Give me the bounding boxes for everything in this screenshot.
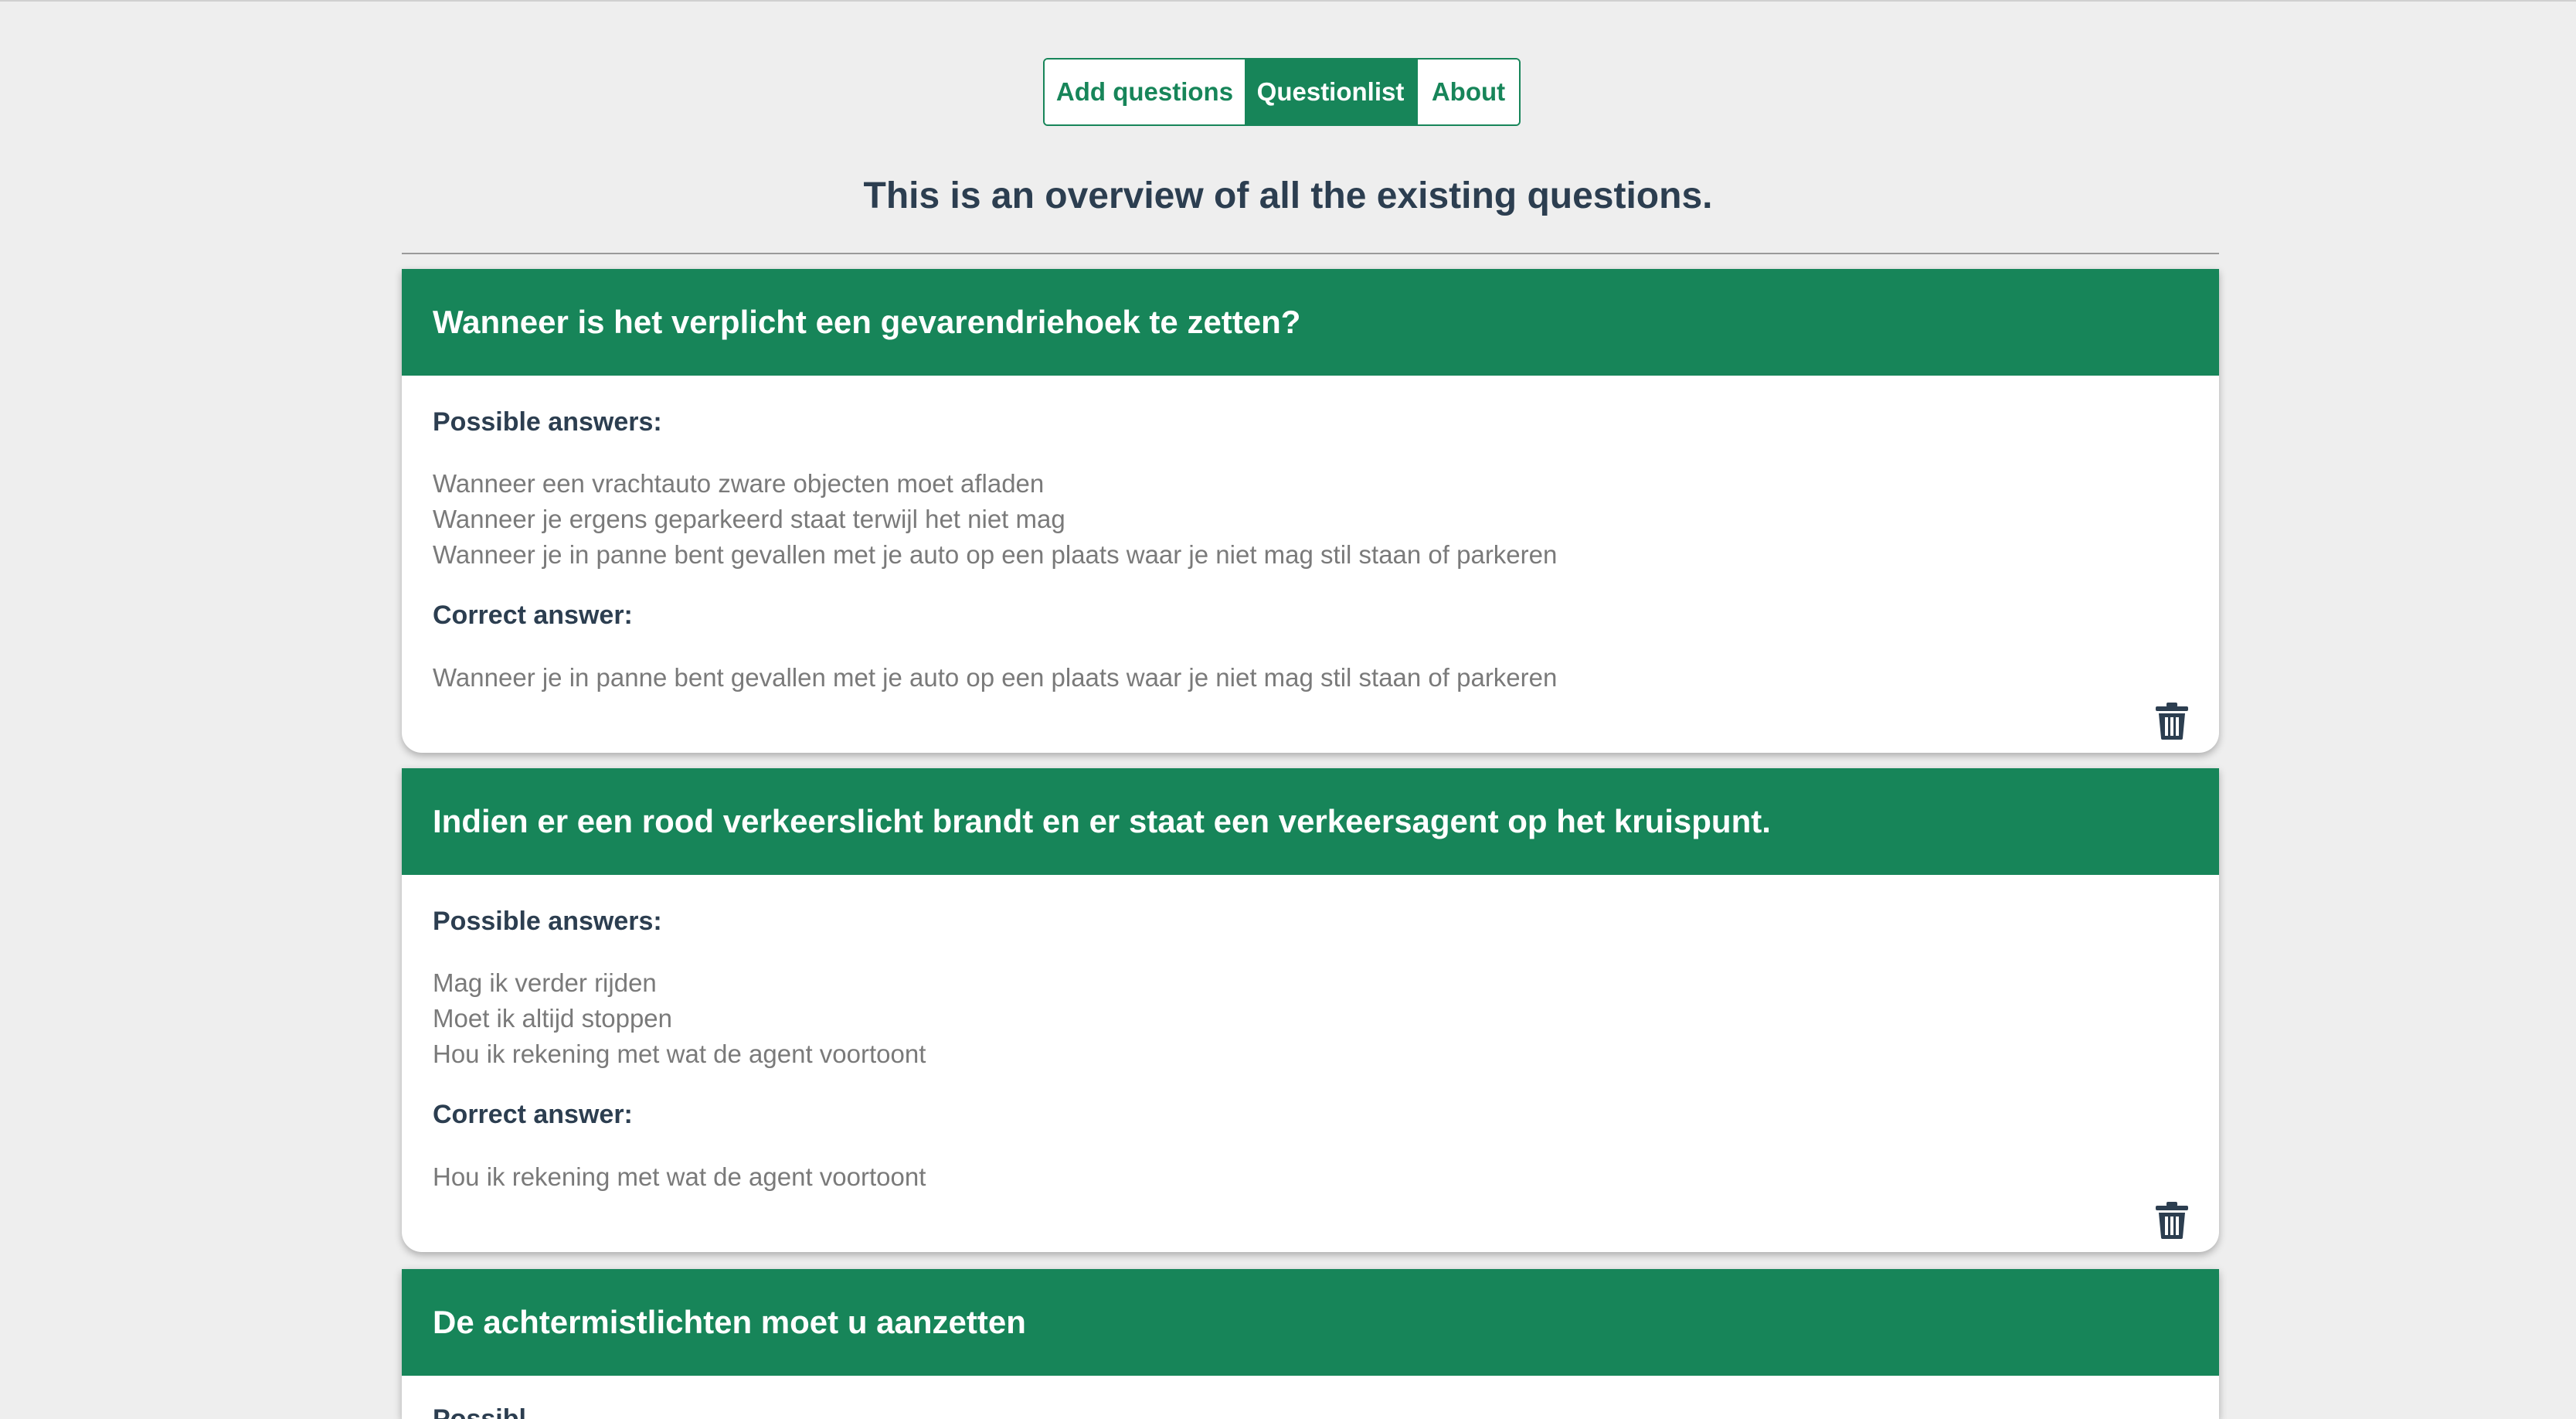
answer-item: Mag ik verder rijden <box>433 968 657 997</box>
correct-answer: Wanneer je in panne bent gevallen met je… <box>433 663 1558 692</box>
possible-answers-label: Possible answers: <box>433 407 662 437</box>
answer-item: Wanneer een vrachtauto zware objecten mo… <box>433 469 1045 498</box>
possible-answers-label: Possibl <box>433 1404 526 1419</box>
question-body: Possible answers: Mag ik verder rijden M… <box>402 875 2219 1252</box>
question-card: De achtermistlichten moet u aanzetten Po… <box>402 1269 2219 1419</box>
tab-about[interactable]: About <box>1416 60 1519 124</box>
question-card: Wanneer is het verplicht een gevarendrie… <box>402 269 2219 753</box>
question-body: Possibl <box>402 1376 2219 1419</box>
correct-answer-label: Correct answer: <box>433 601 633 630</box>
answer-item: Wanneer je in panne bent gevallen met je… <box>433 540 1558 569</box>
possible-answers-label: Possible answers: <box>433 907 662 936</box>
correct-answer: Hou ik rekening met wat de agent voortoo… <box>433 1162 926 1191</box>
answers-list: Wanneer een vrachtauto zware objecten mo… <box>433 466 1557 573</box>
question-title: De achtermistlichten moet u aanzetten <box>402 1269 2219 1376</box>
question-body: Possible answers: Wanneer een vrachtauto… <box>402 376 2219 753</box>
answers-list: Mag ik verder rijden Moet ik altijd stop… <box>433 965 926 1072</box>
trash-icon[interactable] <box>2156 1202 2188 1239</box>
question-title: Wanneer is het verplicht een gevarendrie… <box>402 269 2219 376</box>
answer-item: Hou ik rekening met wat de agent voortoo… <box>433 1040 926 1068</box>
answer-item: Moet ik altijd stoppen <box>433 1004 673 1033</box>
correct-answer-label: Correct answer: <box>433 1100 633 1129</box>
top-border <box>0 0 2576 2</box>
page-title: This is an overview of all the existing … <box>863 175 1713 216</box>
tab-add-questions[interactable]: Add questions <box>1045 60 1245 124</box>
answer-item: Wanneer je ergens geparkeerd staat terwi… <box>433 505 1065 533</box>
question-card: Indien er een rood verkeerslicht brandt … <box>402 768 2219 1252</box>
trash-icon[interactable] <box>2156 703 2188 740</box>
question-title: Indien er een rood verkeerslicht brandt … <box>402 768 2219 875</box>
main-nav: Add questions Questionlist About <box>1043 58 1521 126</box>
divider <box>402 253 2219 254</box>
tab-questionlist[interactable]: Questionlist <box>1245 60 1416 124</box>
